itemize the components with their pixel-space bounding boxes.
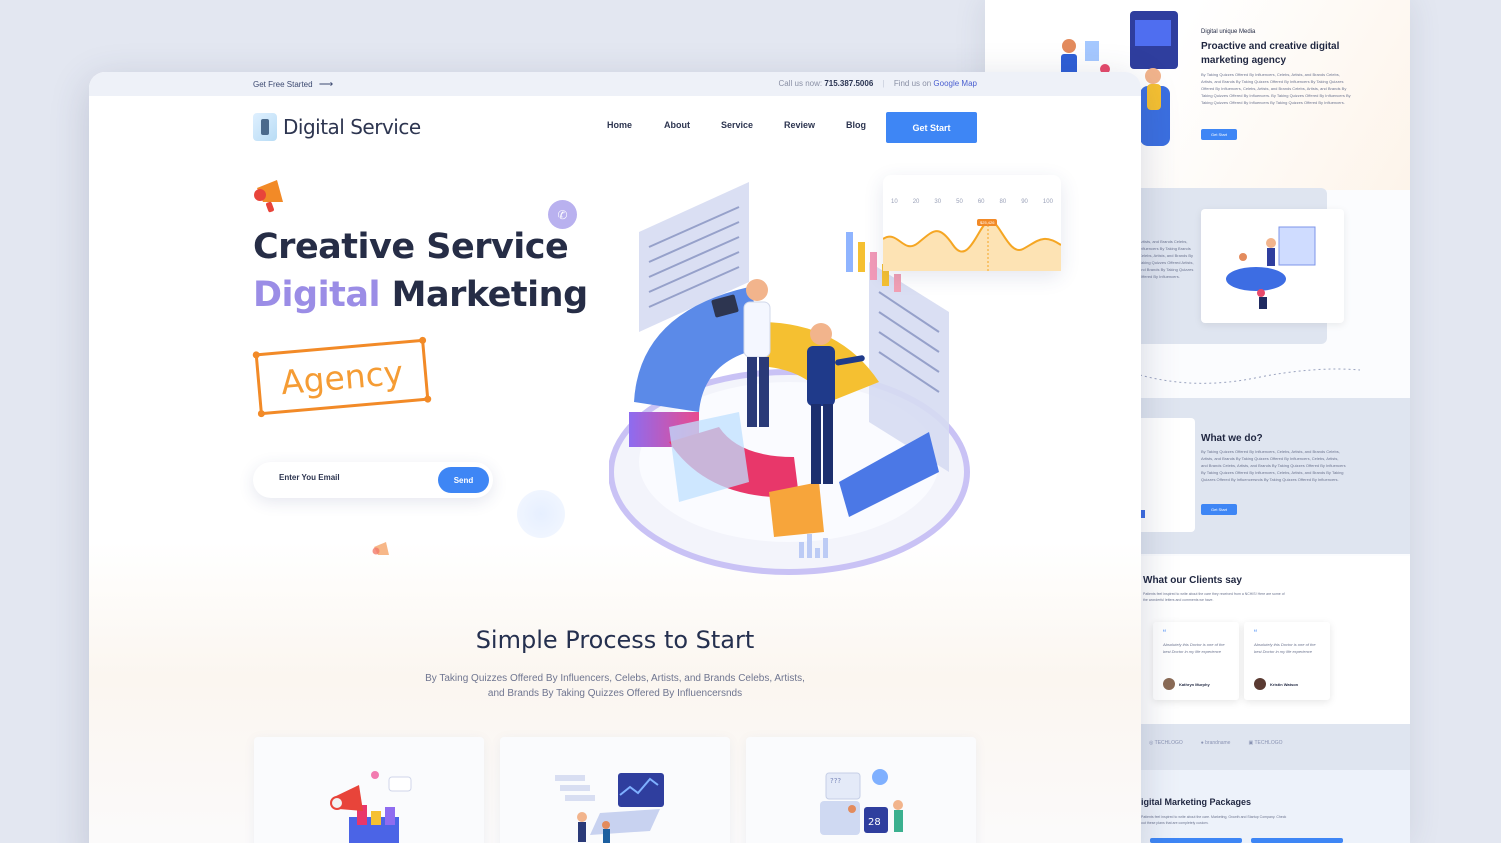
- meeting-illustration: [1201, 209, 1344, 323]
- email-subscribe-form: Send: [253, 462, 493, 498]
- client-logo: ▣ TECHLOGO: [1248, 740, 1283, 746]
- testimonial-author: Kathryn Murphy: [1179, 682, 1210, 687]
- quote-icon: “: [1254, 628, 1257, 638]
- quote-icon: “: [1163, 628, 1166, 638]
- process-title: Simple Process to Start: [475, 626, 755, 654]
- testimonial-author: Kristin Watson: [1270, 682, 1299, 687]
- contact-info: Call us now: 715.387.5006 | Find us on G…: [778, 79, 977, 88]
- marketing-megaphone-illustration: [330, 771, 412, 843]
- email-input[interactable]: [279, 473, 419, 482]
- top-bar: Get Free Started ⟶ Call us now: 715.387.…: [89, 72, 1141, 96]
- call-label: Call us now:: [778, 79, 823, 88]
- testimonial-quote: Absolutely this Doctor is one of the bes…: [1163, 642, 1225, 654]
- get-free-started-label: Get Free Started: [253, 80, 313, 89]
- nav-about[interactable]: About: [664, 120, 690, 130]
- main-page-window: Get Free Started ⟶ Call us now: 715.387.…: [89, 72, 1141, 843]
- client-logo: ● brandname: [1200, 740, 1231, 746]
- chart-axis-ticks: 10 20 30 50 60 80 90 100: [891, 199, 1053, 205]
- testimonial-card: “ Absolutely this Doctor is one of the b…: [1244, 622, 1330, 700]
- brand-name: Digital Service: [283, 115, 421, 139]
- testimonial-card: “ Absolutely this Doctor is one of the b…: [1153, 622, 1239, 700]
- avatar: [1254, 678, 1266, 690]
- phone-number[interactable]: 715.387.5006: [824, 79, 873, 88]
- calendar-planning-illustration: ??? 28: [820, 769, 903, 835]
- back-what-button[interactable]: Get Start: [1201, 504, 1238, 515]
- back-testimonials-title: What our Clients say: [1143, 575, 1242, 586]
- whatsapp-icon[interactable]: ✆: [548, 200, 577, 229]
- back-section-2-text: Artists, and Brands Celebs, Influencers …: [1139, 239, 1194, 279]
- back-what-title: What we do?: [1201, 433, 1263, 444]
- back-hero-kicker: Digital unique Media: [1201, 29, 1256, 35]
- area-chart: [883, 219, 1061, 271]
- hero-title-rest: Marketing: [379, 275, 588, 315]
- process-description: By Taking Quizzes Offered By Influencers…: [425, 673, 805, 699]
- get-free-started-link[interactable]: Get Free Started ⟶: [253, 79, 333, 90]
- back-hero-button[interactable]: Get Start: [1201, 129, 1238, 140]
- back-what-body: By Taking Quizzes Offered By Influencers…: [1201, 449, 1346, 482]
- dashed-connector: [1139, 368, 1361, 384]
- back-testimonials-intro: Patients feel inspired to write about th…: [1143, 592, 1285, 602]
- agency-badge: Agency: [252, 336, 432, 418]
- avatar: [1163, 678, 1175, 690]
- svg-text:???: ???: [830, 777, 841, 785]
- nav-review[interactable]: Review: [784, 120, 815, 130]
- client-logo: ◎ TECHLOGO: [1149, 740, 1183, 746]
- megaphone-icon: [254, 180, 283, 213]
- send-button[interactable]: Send: [438, 467, 489, 493]
- agency-badge-label: Agency: [279, 352, 405, 402]
- process-card[interactable]: ??? 28: [746, 737, 976, 843]
- tree-logo-icon: [253, 113, 277, 141]
- back-packages-title: igital Marketing Packages: [1141, 797, 1252, 807]
- arrow-right-icon: ⟶: [318, 79, 334, 90]
- find-label: Find us on: [893, 79, 932, 88]
- nav-blog[interactable]: Blog: [846, 120, 866, 130]
- laptop-analytics-illustration: [555, 773, 664, 843]
- decorative-bubble: [517, 490, 565, 538]
- nav-service[interactable]: Service: [721, 120, 753, 130]
- process-card[interactable]: [254, 737, 484, 843]
- google-map-link[interactable]: Google Map: [933, 79, 977, 88]
- back-hero-title: Proactive and creative digital marketing…: [1201, 41, 1340, 66]
- testimonial-quote: Absolutely this Doctor is one of the bes…: [1254, 642, 1316, 654]
- back-packages-intro: Patients feel inspired to write about th…: [1141, 815, 1287, 825]
- megaphone-icon: [372, 542, 389, 555]
- get-start-button[interactable]: Get Start: [886, 112, 977, 143]
- hero-title-accent: Digital: [253, 275, 380, 315]
- svg-text:28: 28: [868, 817, 881, 828]
- chart-tooltip: $25,426: [977, 219, 998, 226]
- back-hero-body: By Taking Quizzes Offered By Influencers…: [1201, 72, 1351, 105]
- hero-title-line2: Digital Marketing: [253, 275, 588, 315]
- brand-logo[interactable]: Digital Service: [253, 113, 421, 141]
- nav-home[interactable]: Home: [607, 120, 632, 130]
- area-chart-card: 10 20 30 50 60 80 90 100 $25,426: [883, 175, 1061, 271]
- process-card[interactable]: [500, 737, 730, 843]
- hero-title-line1: Creative Service: [253, 227, 569, 267]
